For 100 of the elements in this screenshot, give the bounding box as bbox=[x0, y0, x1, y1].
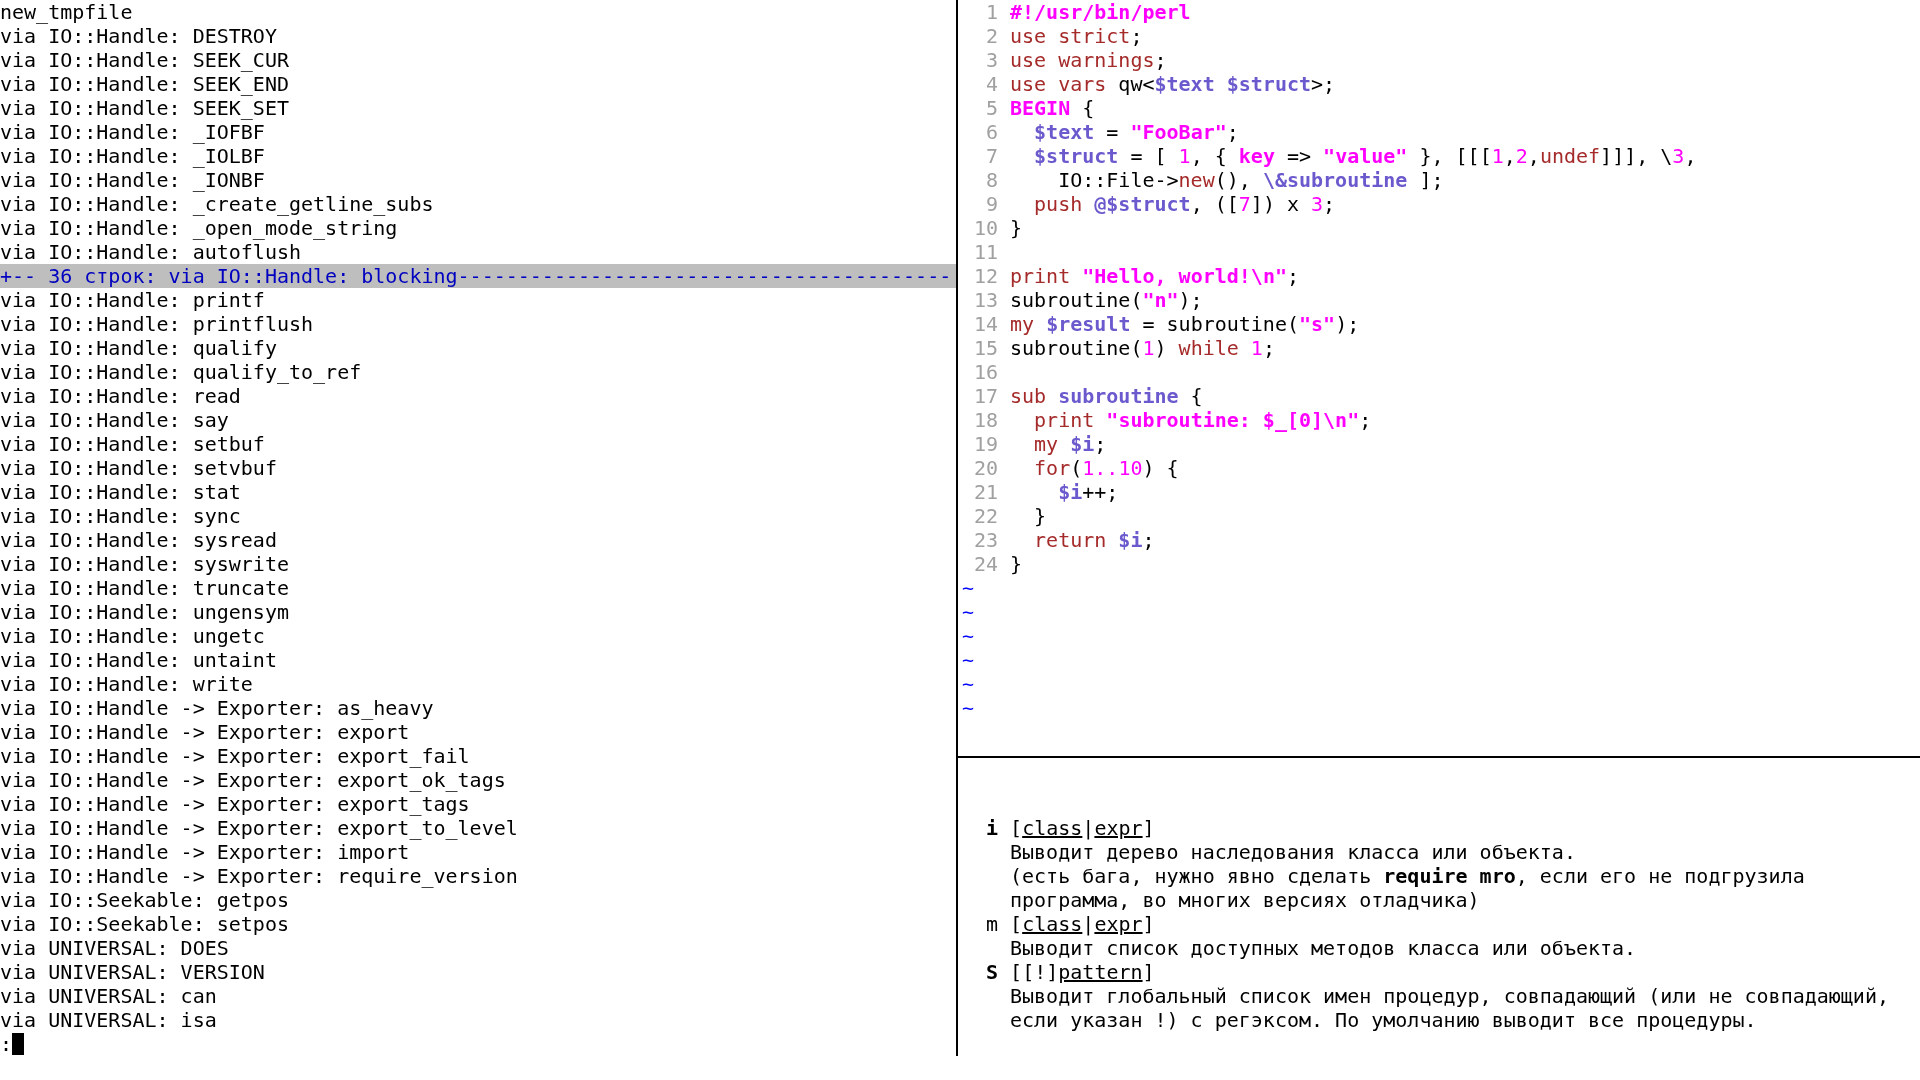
code-line: $text = "FooBar"; bbox=[1033, 120, 1239, 144]
output-line: via IO::Seekable: getpos bbox=[0, 888, 290, 912]
output-line: via IO::Handle -> Exporter: as_heavy bbox=[0, 696, 435, 720]
code-line: IO::File->new(), \&subroutine ]; bbox=[1057, 168, 1444, 192]
output-line: new_tmpfile bbox=[0, 0, 134, 24]
help-command: i [class|expr] bbox=[986, 816, 1155, 840]
code-line: $struct = [ 1, { key => "value" }, [[[1,2,undef]]], \3, bbox=[1033, 144, 1697, 168]
output-line: via IO::Handle: stat bbox=[0, 480, 242, 504]
line-number: 5 bbox=[984, 96, 998, 120]
output-line: via IO::Handle: untaint bbox=[0, 648, 278, 672]
line-number: 1 bbox=[984, 0, 998, 24]
output-line: via IO::Handle: SEEK_CUR bbox=[0, 48, 290, 72]
line-number: 9 bbox=[984, 192, 998, 216]
folded-lines-bar[interactable]: +-- 36 строк: via IO::Handle: blocking----------------------------------------- bbox=[0, 264, 956, 288]
output-line: via IO::Handle: ungetc bbox=[0, 624, 266, 648]
text-cursor bbox=[12, 1033, 25, 1055]
line-number: 17 bbox=[972, 384, 998, 408]
help-description: если указан !) с регэксом. По умолчанию выводит все процедуры. bbox=[1010, 1008, 1757, 1032]
code-line: push @$struct, ([7]) x 3; bbox=[1033, 192, 1336, 216]
output-line: via IO::Handle: qualify_to_ref bbox=[0, 360, 363, 384]
output-line: via IO::Handle: _create_getline_subs bbox=[0, 192, 435, 216]
line-number: 22 bbox=[972, 504, 998, 528]
output-line: via IO::Handle: _IONBF bbox=[0, 168, 266, 192]
help-description: Выводит глобальный список имен процедур, совпадающий (или не совпадающий, bbox=[1010, 984, 1889, 1008]
code-line: $i++; bbox=[1057, 480, 1119, 504]
code-line: sub subroutine { bbox=[1010, 384, 1203, 408]
help-command: m [class|expr] bbox=[986, 912, 1155, 936]
line-number: 13 bbox=[972, 288, 998, 312]
line-number: 20 bbox=[972, 456, 998, 480]
code-line: } bbox=[1033, 504, 1047, 528]
output-line: via IO::Handle: _IOLBF bbox=[0, 144, 266, 168]
code-line: } bbox=[1010, 216, 1023, 240]
output-line: via IO::Handle -> Exporter: import bbox=[0, 840, 411, 864]
output-line: via IO::Handle: ungensym bbox=[0, 600, 290, 624]
output-line: via IO::Handle -> Exporter: require_version bbox=[0, 864, 519, 888]
line-number: 19 bbox=[972, 432, 998, 456]
output-line: via IO::Handle: sync bbox=[0, 504, 242, 528]
line-number: 7 bbox=[984, 144, 998, 168]
line-number: 15 bbox=[972, 336, 998, 360]
empty-line-marker: ~ bbox=[962, 576, 975, 600]
help-description: (есть бага, нужно явно сделать require mro, если его не подгрузила bbox=[1010, 864, 1805, 888]
output-line: via IO::Handle: syswrite bbox=[0, 552, 290, 576]
line-number: 23 bbox=[972, 528, 998, 552]
line-number: 10 bbox=[972, 216, 998, 240]
output-line: via IO::Handle: SEEK_END bbox=[0, 72, 290, 96]
empty-line-marker: ~ bbox=[962, 600, 975, 624]
line-number: 14 bbox=[972, 312, 998, 336]
line-number: 18 bbox=[972, 408, 998, 432]
code-line: use strict; bbox=[1010, 24, 1143, 48]
output-line: via IO::Handle: qualify bbox=[0, 336, 278, 360]
line-number: 12 bbox=[972, 264, 998, 288]
output-line: via IO::Handle: setvbuf bbox=[0, 456, 278, 480]
empty-line-marker: ~ bbox=[962, 696, 975, 720]
output-line: via IO::Handle: read bbox=[0, 384, 242, 408]
output-line: via IO::Handle: write bbox=[0, 672, 254, 696]
help-command: S [[!]pattern] bbox=[986, 960, 1155, 984]
output-line: via IO::Seekable: setpos bbox=[0, 912, 290, 936]
code-line: #!/usr/bin/perl bbox=[1010, 0, 1191, 24]
output-line: via IO::Handle: _IOFBF bbox=[0, 120, 266, 144]
line-number: 2 bbox=[984, 24, 998, 48]
code-line: } bbox=[1010, 552, 1023, 576]
code-line: use vars qw<$text $struct>; bbox=[1010, 72, 1336, 96]
output-line: via IO::Handle: _open_mode_string bbox=[0, 216, 399, 240]
code-line: return $i; bbox=[1033, 528, 1155, 552]
output-line: via IO::Handle: printflush bbox=[0, 312, 315, 336]
output-line: via IO::Handle: DESTROY bbox=[0, 24, 278, 48]
output-line: via UNIVERSAL: isa bbox=[0, 1008, 218, 1032]
output-line: via IO::Handle: truncate bbox=[0, 576, 290, 600]
line-number: 16 bbox=[972, 360, 998, 384]
code-line: print "subroutine: $_[0]\n"; bbox=[1033, 408, 1372, 432]
code-line: print "Hello, world!\n"; bbox=[1010, 264, 1299, 288]
output-line: via IO::Handle: printf bbox=[0, 288, 266, 312]
line-number: 8 bbox=[984, 168, 998, 192]
output-line: via IO::Handle -> Exporter: export_fail bbox=[0, 744, 471, 768]
empty-line-marker: ~ bbox=[962, 672, 975, 696]
output-line: via IO::Handle: SEEK_SET bbox=[0, 96, 290, 120]
help-description: Выводит список доступных методов класса или объекта. bbox=[1010, 936, 1637, 960]
code-line: use warnings; bbox=[1010, 48, 1167, 72]
code-line: my $i; bbox=[1033, 432, 1107, 456]
output-line: via IO::Handle: say bbox=[0, 408, 230, 432]
code-line: my $result = subroutine("s"); bbox=[1010, 312, 1360, 336]
code-line: BEGIN { bbox=[1010, 96, 1095, 120]
output-line: via IO::Handle -> Exporter: export_to_level bbox=[0, 816, 519, 840]
output-line: via IO::Handle: sysread bbox=[0, 528, 278, 552]
output-line: via UNIVERSAL: DOES bbox=[0, 936, 230, 960]
line-number: 21 bbox=[972, 480, 998, 504]
code-line: subroutine(1) while 1; bbox=[1010, 336, 1275, 360]
output-line: via IO::Handle: autoflush bbox=[0, 240, 303, 264]
output-line: via IO::Handle -> Exporter: export_ok_tags bbox=[0, 768, 507, 792]
line-number: 24 bbox=[972, 552, 998, 576]
output-line: via UNIVERSAL: can bbox=[0, 984, 218, 1008]
help-description: Выводит дерево наследования класса или объекта. bbox=[1010, 840, 1576, 864]
line-number: 3 bbox=[984, 48, 998, 72]
empty-line-marker: ~ bbox=[962, 624, 975, 648]
code-line: for(1..10) { bbox=[1033, 456, 1179, 480]
output-line: via IO::Handle -> Exporter: export bbox=[0, 720, 411, 744]
code-line: subroutine("n"); bbox=[1010, 288, 1203, 312]
command-prompt: : bbox=[0, 1032, 13, 1056]
output-line: via IO::Handle -> Exporter: export_tags bbox=[0, 792, 471, 816]
line-number: 4 bbox=[984, 72, 998, 96]
